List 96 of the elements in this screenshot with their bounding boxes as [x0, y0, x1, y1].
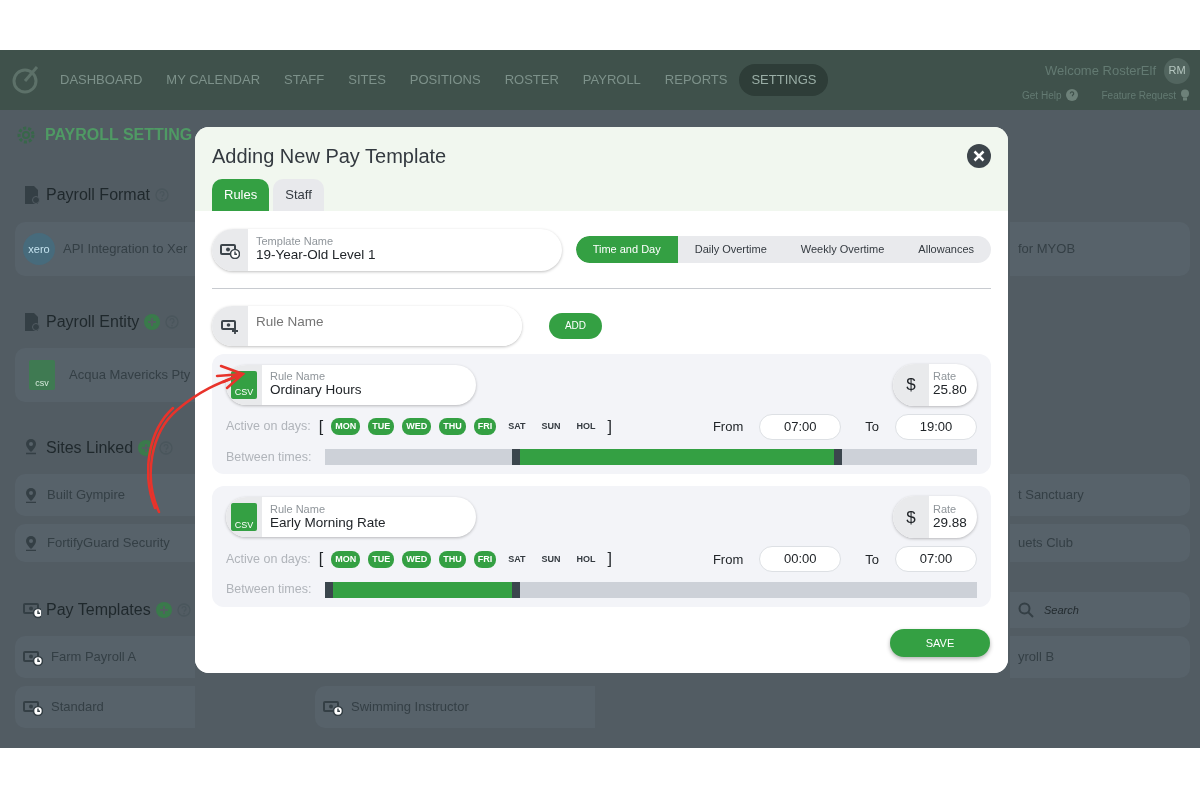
- nav-link[interactable]: STAFF: [272, 64, 337, 96]
- currency-symbol: $: [893, 496, 929, 539]
- day-toggle[interactable]: THU: [439, 550, 466, 568]
- nav-link[interactable]: DASHBOARD: [48, 64, 155, 96]
- field-label: From: [712, 550, 744, 569]
- template-name-field[interactable]: Template Name 19-Year-Old Level 1: [212, 228, 562, 271]
- range-handle[interactable]: [511, 581, 520, 598]
- cash-clock-icon: [323, 698, 343, 716]
- xero-logo: xero: [23, 233, 55, 265]
- time-field[interactable]: 00:00: [759, 546, 842, 573]
- cash-clock-icon: [23, 698, 43, 716]
- csv-file-icon: CSV: [231, 503, 257, 532]
- field-label: Rate: [933, 503, 958, 516]
- cash-clock-icon: [23, 600, 41, 620]
- field-label: From: [712, 417, 744, 436]
- rule-name-field[interactable]: CSV Rule Name Ordinary Hours: [226, 364, 476, 405]
- currency-symbol: $: [893, 363, 929, 406]
- rate-field[interactable]: $ Rate 29.88: [893, 496, 977, 539]
- search-field[interactable]: Search: [1010, 592, 1190, 628]
- gear-icon: [15, 124, 37, 146]
- bracket-text: ]: [607, 549, 613, 570]
- field-label: Rule Name: [270, 370, 327, 383]
- nav-link[interactable]: SITES: [336, 64, 398, 96]
- day-toggle[interactable]: WED: [402, 550, 432, 568]
- day-toggle[interactable]: SAT: [504, 417, 530, 436]
- day-toggle[interactable]: HOL: [572, 550, 600, 568]
- time-field[interactable]: 07:00: [759, 413, 842, 440]
- field-value: Early Morning Rate: [270, 515, 386, 532]
- modal-title: Adding New Pay Template: [212, 144, 447, 169]
- field-label: Template Name: [256, 235, 335, 248]
- day-toggle[interactable]: SAT: [504, 550, 530, 568]
- day-toggle[interactable]: WED: [402, 417, 432, 436]
- day-toggle[interactable]: TUE: [368, 417, 395, 436]
- bracket-text: [: [318, 549, 324, 570]
- rate-field[interactable]: $ Rate 25.80: [893, 363, 977, 406]
- csv-file-icon: csv: [29, 360, 55, 390]
- segment-tab[interactable]: Daily Overtime: [677, 236, 784, 263]
- leaf-logo-icon: [10, 65, 40, 95]
- day-toggle[interactable]: FRI: [473, 550, 497, 568]
- field-value: Ordinary Hours: [270, 382, 362, 399]
- search-icon: [1018, 602, 1034, 618]
- day-toggle[interactable]: MON: [331, 550, 361, 568]
- avatar[interactable]: RM: [1164, 57, 1190, 84]
- field-value: 29.88: [933, 515, 967, 532]
- field-label: Rate: [933, 370, 958, 383]
- cash-plus-icon: [221, 317, 239, 334]
- time-range-track[interactable]: [325, 581, 977, 598]
- day-toggle[interactable]: SUN: [537, 417, 565, 436]
- location-pin-icon: [23, 535, 39, 551]
- document-gear-icon: [23, 185, 41, 205]
- tab[interactable]: Rules: [212, 179, 270, 211]
- rule-name-field[interactable]: Rule Name: [212, 305, 522, 346]
- range-label: Between times:: [226, 581, 313, 599]
- days-label: Active on days:: [226, 550, 311, 568]
- day-toggle[interactable]: SUN: [537, 550, 565, 568]
- close-icon[interactable]: [967, 144, 991, 168]
- day-toggle[interactable]: MON: [331, 417, 361, 436]
- segment-tab[interactable]: Time and Day: [575, 236, 678, 263]
- time-field[interactable]: 19:00: [895, 413, 977, 440]
- day-toggle[interactable]: THU: [439, 417, 466, 436]
- field-value: 19-Year-Old Level 1: [256, 247, 376, 264]
- nav-link[interactable]: POSITIONS: [397, 64, 493, 96]
- search-input[interactable]: Search: [1042, 600, 1162, 620]
- day-toggle[interactable]: FRI: [473, 417, 497, 436]
- field-label: To: [865, 417, 879, 436]
- page-title: PAYROLL SETTING: [45, 125, 193, 145]
- nav-link[interactable]: REPORTS: [652, 64, 740, 96]
- help-icon: [1065, 89, 1078, 101]
- day-toggle[interactable]: HOL: [572, 417, 600, 436]
- nav-link[interactable]: PAYROLL: [570, 64, 653, 96]
- range-label: Between times:: [226, 448, 313, 466]
- add-button[interactable]: ADD: [549, 312, 602, 339]
- days-label: Active on days:: [226, 418, 311, 436]
- lightbulb-icon: [1180, 89, 1190, 101]
- range-handle[interactable]: [511, 448, 520, 465]
- range-handle[interactable]: [325, 581, 333, 598]
- cash-clock-icon: [23, 648, 43, 666]
- tab[interactable]: Staff: [273, 179, 324, 211]
- field-label: Rule Name: [270, 503, 327, 516]
- bracket-text: ]: [607, 416, 613, 437]
- segment-tab[interactable]: Allowances: [901, 236, 991, 263]
- bracket-text: [: [318, 416, 324, 437]
- document-pin-icon: [23, 312, 41, 332]
- field-value: 25.80: [933, 382, 967, 399]
- time-range-track[interactable]: [325, 448, 977, 465]
- day-toggle[interactable]: TUE: [368, 550, 395, 568]
- time-field[interactable]: 07:00: [895, 546, 977, 573]
- nav-link[interactable]: MY CALENDAR: [154, 64, 273, 96]
- location-pin-icon: [23, 487, 39, 503]
- field-label: To: [865, 550, 879, 569]
- nav-link[interactable]: ROSTER: [492, 64, 571, 96]
- nav-link[interactable]: SETTINGS: [739, 64, 829, 96]
- segment-tab[interactable]: Weekly Overtime: [783, 236, 902, 263]
- rule-name-field[interactable]: CSV Rule Name Early Morning Rate: [226, 497, 476, 538]
- save-button[interactable]: SAVE: [890, 629, 990, 657]
- range-handle[interactable]: [833, 448, 842, 465]
